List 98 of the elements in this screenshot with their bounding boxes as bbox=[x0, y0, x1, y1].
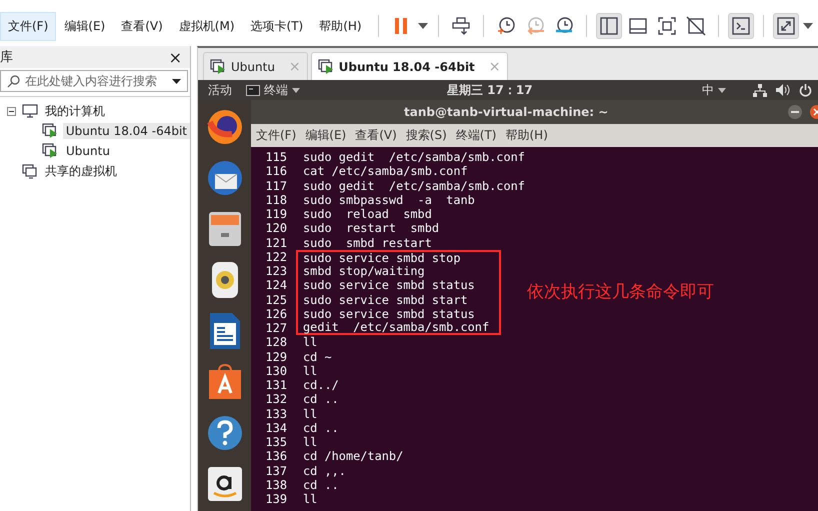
input-method-menu[interactable]: 中 bbox=[702, 82, 726, 98]
history-number: 135 bbox=[264, 435, 287, 450]
history-number: 131 bbox=[264, 378, 287, 392]
history-number: 123 bbox=[264, 264, 287, 278]
history-number: 125 bbox=[264, 292, 287, 307]
history-number: 139 bbox=[264, 492, 287, 506]
history-number: 119 bbox=[264, 207, 287, 222]
vm-icon bbox=[42, 143, 59, 159]
monitor-icon bbox=[22, 104, 38, 118]
history-number: 124 bbox=[264, 278, 287, 292]
menu-item[interactable]: 帮助(H) bbox=[505, 127, 548, 144]
command-text: cd .. bbox=[302, 420, 339, 435]
history-number: 122 bbox=[264, 250, 287, 264]
history-number: 137 bbox=[264, 464, 287, 478]
tree-item[interactable]: Ubuntu 18.04 -64bit bbox=[62, 123, 190, 139]
tree-item[interactable]: 我的计算机 bbox=[42, 102, 108, 120]
history-number: 130 bbox=[264, 364, 287, 378]
command-text: sudo service smbd stop bbox=[296, 250, 501, 264]
menu-item[interactable]: 查看(V) bbox=[113, 12, 171, 40]
app-menu[interactable]: 终端 bbox=[246, 82, 300, 98]
menu-item[interactable]: 编辑(E) bbox=[56, 12, 114, 40]
command-text: sudo gedit /etc/samba/smb.conf bbox=[302, 150, 525, 164]
history-number: 120 bbox=[264, 221, 287, 236]
command-text: cd ,,. bbox=[302, 464, 346, 478]
menu-item[interactable]: 文件(F) bbox=[256, 127, 296, 144]
search-field[interactable]: 在此处键入内容进行搜索 bbox=[0, 70, 188, 92]
minimize-button[interactable] bbox=[788, 105, 802, 119]
power-icon[interactable] bbox=[799, 84, 812, 96]
command-text: sudo smbd restart bbox=[302, 236, 432, 250]
command-text: gedit /etc/samba/smb.conf bbox=[296, 321, 501, 336]
command-text: ll bbox=[302, 435, 318, 450]
tree-item[interactable]: Ubuntu bbox=[63, 143, 113, 159]
command-text: ll bbox=[302, 364, 318, 378]
command-text: sudo service smbd start bbox=[296, 292, 501, 307]
history-number: 121 bbox=[264, 236, 287, 250]
menu-item[interactable]: 搜索(S) bbox=[406, 127, 447, 144]
minimize-icon bbox=[791, 111, 799, 113]
history-number: 132 bbox=[264, 392, 287, 406]
history-number: 129 bbox=[264, 350, 287, 364]
monitors-icon bbox=[22, 164, 38, 178]
history-number: 138 bbox=[264, 478, 287, 492]
command-text: ll bbox=[302, 406, 318, 421]
history-number: 127 bbox=[264, 321, 287, 336]
dropdown-icon bbox=[172, 78, 181, 84]
caret-icon bbox=[292, 88, 300, 92]
activities-button[interactable]: 活动 bbox=[208, 82, 232, 98]
history-number: 118 bbox=[264, 192, 287, 207]
menu-item[interactable]: 终端(T) bbox=[456, 127, 496, 144]
history-number: 128 bbox=[264, 335, 287, 350]
console-icon[interactable] bbox=[728, 13, 754, 39]
search-icon bbox=[7, 74, 20, 88]
history-number: 116 bbox=[264, 164, 287, 178]
command-text: cd .. bbox=[302, 478, 339, 492]
volume-icon[interactable] bbox=[776, 84, 790, 96]
menu-item[interactable]: 帮助(H) bbox=[311, 12, 370, 40]
command-text: cd../ bbox=[302, 378, 339, 392]
command-text: sudo service smbd status bbox=[296, 306, 501, 321]
panel-title: 库 bbox=[0, 49, 13, 66]
command-text: cat /etc/samba/smb.conf bbox=[302, 164, 468, 178]
menu-item[interactable]: 文件(F) bbox=[0, 12, 56, 40]
clock[interactable]: 星期三 17：17 bbox=[447, 82, 533, 98]
close-button[interactable]: × bbox=[164, 48, 186, 66]
command-text: ll bbox=[302, 335, 318, 350]
collapse-toggle-icon[interactable] bbox=[7, 106, 16, 116]
vm-icon bbox=[318, 58, 335, 74]
history-number: 134 bbox=[264, 420, 287, 435]
history-number: 117 bbox=[264, 178, 287, 193]
window-title: tanb@tanb-virtual-machine: ~ bbox=[404, 105, 608, 119]
history-number: 126 bbox=[264, 306, 287, 321]
menu-item[interactable]: 虚拟机(M) bbox=[170, 12, 243, 40]
command-text: sudo service smbd status bbox=[296, 278, 501, 292]
tree-item[interactable]: 共享的虚拟机 bbox=[42, 162, 120, 180]
command-text: cd /home/tanb/ bbox=[302, 449, 404, 464]
history-number: 115 bbox=[264, 150, 287, 164]
firefox-icon[interactable] bbox=[204, 107, 244, 147]
vm-icon bbox=[42, 123, 59, 139]
annotation-text: 依次执行这几条命令即可 bbox=[527, 281, 714, 304]
caret-icon bbox=[718, 88, 726, 92]
command-text: sudo smbpasswd -a tanb bbox=[302, 192, 475, 207]
terminal-icon bbox=[246, 84, 260, 96]
history-number: 136 bbox=[264, 449, 287, 464]
command-text: cd ~ bbox=[302, 350, 332, 364]
command-text: sudo reload smbd bbox=[302, 207, 432, 222]
tab[interactable]: Ubuntu × bbox=[203, 52, 308, 80]
history-number: 133 bbox=[264, 406, 287, 421]
command-text: smbd stop/waiting bbox=[296, 264, 501, 278]
command-text: sudo gedit /etc/samba/smb.conf bbox=[302, 178, 525, 193]
vm-icon bbox=[210, 58, 227, 74]
stretch-icon[interactable] bbox=[772, 13, 799, 39]
command-text: sudo restart smbd bbox=[302, 221, 440, 236]
view-library-icon[interactable] bbox=[596, 13, 622, 39]
network-icon[interactable] bbox=[753, 84, 767, 96]
menu-item[interactable]: 编辑(E) bbox=[305, 127, 346, 144]
command-text: ll bbox=[302, 492, 318, 506]
command-text: cd .. bbox=[302, 392, 339, 406]
menu-item[interactable]: 查看(V) bbox=[355, 127, 397, 144]
menu-item[interactable]: 选项卡(T) bbox=[242, 12, 312, 40]
tab[interactable]: Ubuntu 18.04 -64bit × bbox=[310, 52, 508, 80]
